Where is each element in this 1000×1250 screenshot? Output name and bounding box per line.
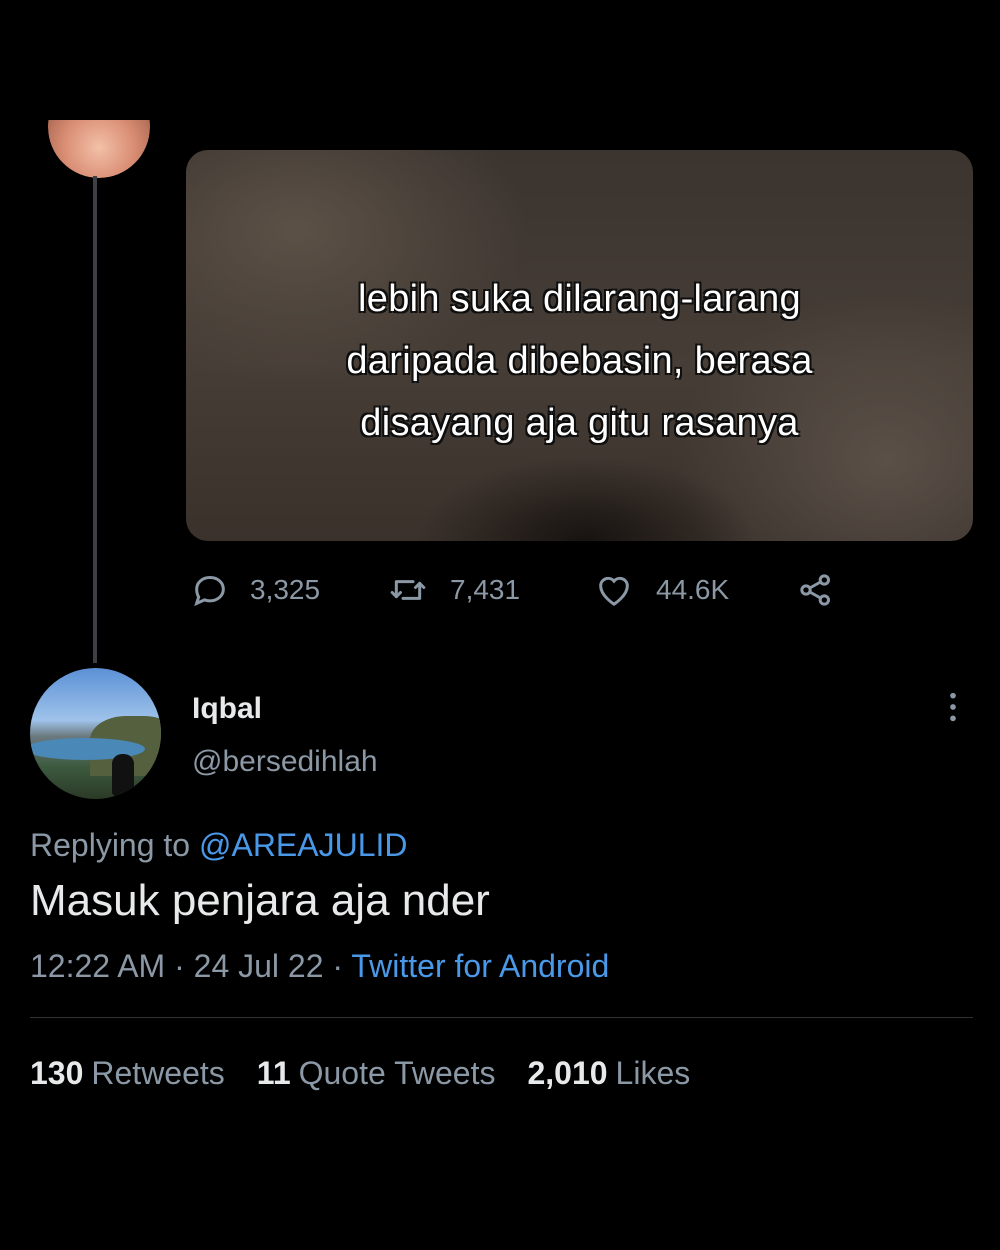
likes-label: Likes [615, 1055, 691, 1091]
like-count: 44.6K [656, 574, 730, 605]
like-icon [599, 576, 629, 606]
tweet-text: Masuk penjara aja nder [30, 876, 490, 925]
retweets-label: Retweets [91, 1055, 225, 1091]
tweet-source[interactable]: Twitter for Android [351, 948, 609, 984]
divider [30, 1017, 973, 1018]
tweet-date[interactable]: 24 Jul 22 [194, 948, 324, 984]
like-button[interactable]: 44.6K [594, 570, 729, 610]
media-caption: lebih suka dilarang-larang daripada dibe… [346, 278, 813, 444]
more-options-icon[interactable] [936, 690, 970, 724]
reply-count: 3,325 [250, 574, 321, 605]
quotes-label: Quote Tweets [298, 1055, 496, 1091]
retweets-count: 130 [30, 1055, 84, 1091]
quotes-stat[interactable]: 11 Quote Tweets [257, 1055, 496, 1092]
replying-prefix: Replying to [30, 827, 199, 863]
likes-stat[interactable]: 2,010 Likes [527, 1055, 690, 1092]
display-name[interactable]: Iqbal [192, 692, 262, 726]
parent-avatar[interactable] [48, 120, 150, 178]
mention-link[interactable]: @AREAJULID [199, 827, 408, 863]
user-handle[interactable]: @bersedihlah [192, 745, 378, 779]
user-avatar[interactable] [30, 668, 161, 799]
retweets-stat[interactable]: 130 Retweets [30, 1055, 225, 1092]
thread-connector [93, 176, 97, 663]
retweet-button[interactable]: 7,431 [388, 570, 520, 610]
retweet-count: 7,431 [450, 574, 521, 605]
tweet-meta: 12:22 AM · 24 Jul 22 · Twitter for Andro… [30, 948, 609, 985]
meta-separator-2: · [323, 948, 352, 984]
share-button[interactable] [796, 570, 836, 610]
replying-to: Replying to @AREAJULID [30, 827, 408, 864]
retweet-icon [390, 580, 426, 600]
tweet-time[interactable]: 12:22 AM [30, 948, 165, 984]
reply-icon [194, 575, 225, 607]
likes-count: 2,010 [527, 1055, 608, 1091]
reply-button[interactable]: 3,325 [190, 570, 320, 610]
meta-separator: · [165, 948, 194, 984]
tweet-stats: 130 Retweets 11 Quote Tweets 2,010 Likes [30, 1055, 722, 1092]
quotes-count: 11 [256, 1055, 291, 1091]
share-icon [800, 574, 830, 606]
parent-media-image[interactable]: lebih suka dilarang-larang daripada dibe… [186, 150, 973, 541]
